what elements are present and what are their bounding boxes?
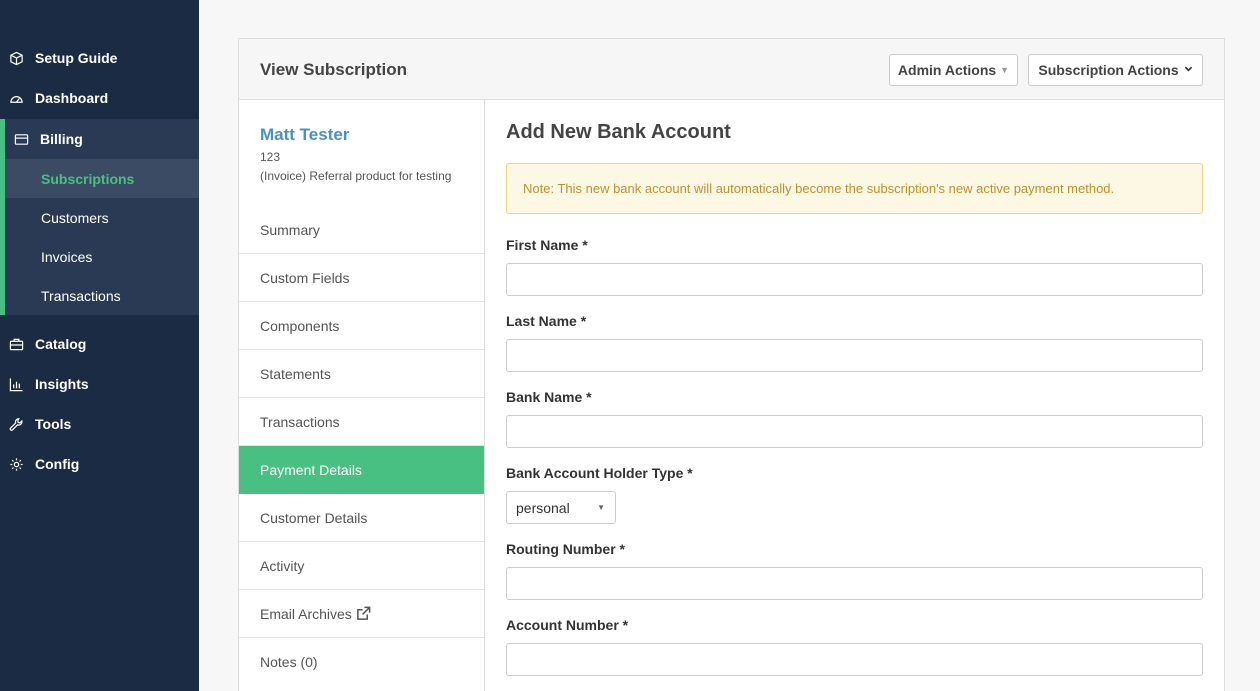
subscription-product: (Invoice) Referral product for testing bbox=[260, 169, 452, 183]
caret-down-icon: ▼ bbox=[597, 503, 605, 512]
nav-label: Transactions bbox=[260, 413, 340, 430]
gauge-icon bbox=[8, 90, 24, 106]
nav-label: Notes (0) bbox=[260, 654, 318, 670]
briefcase-icon bbox=[8, 336, 24, 352]
caret-down-icon: ▼ bbox=[1000, 65, 1010, 75]
nav-label: Statements bbox=[260, 365, 331, 382]
nav-label: Components bbox=[260, 317, 340, 334]
sidebar-item-label: Transactions bbox=[41, 287, 121, 304]
sidebar-item-label: Billing bbox=[40, 131, 83, 147]
sidebar-item-transactions[interactable]: Transactions bbox=[5, 276, 199, 315]
sidebar-item-label: Customers bbox=[41, 209, 109, 226]
sidebar-item-tools[interactable]: Tools bbox=[0, 404, 199, 444]
subscription-id: 123 bbox=[260, 150, 281, 164]
first-name-field[interactable] bbox=[506, 263, 1203, 296]
sidebar-item-setup-guide[interactable]: Setup Guide bbox=[0, 38, 199, 78]
sidebar-item-label: Invoices bbox=[41, 248, 93, 265]
info-note-text: Note: This new bank account will automat… bbox=[523, 181, 1115, 196]
admin-actions-label: Admin Actions bbox=[897, 62, 997, 78]
nav-components[interactable]: Components bbox=[239, 302, 484, 350]
external-link-icon bbox=[356, 606, 371, 621]
sidebar-item-subscriptions[interactable]: Subscriptions bbox=[5, 159, 199, 198]
subscription-actions-button[interactable]: Subscription Actions bbox=[1028, 54, 1203, 86]
wrench-icon bbox=[8, 416, 24, 432]
sidebar-item-config[interactable]: Config bbox=[0, 444, 199, 484]
nav-notes[interactable]: Notes (0) bbox=[239, 638, 484, 686]
sidebar-item-customers[interactable]: Customers bbox=[5, 198, 199, 237]
sidebar-item-label: Insights bbox=[35, 376, 89, 392]
nav-label: Payment Details bbox=[260, 462, 362, 478]
admin-actions-button[interactable]: Admin Actions ▼ bbox=[889, 54, 1018, 86]
bank-name-field[interactable] bbox=[506, 415, 1203, 448]
sidebar-item-label: Catalog bbox=[35, 336, 87, 352]
chevron-down-icon bbox=[1184, 64, 1193, 76]
subscription-nav: Matt Tester 123 (Invoice) Referral produ… bbox=[239, 100, 485, 691]
nav-transactions[interactable]: Transactions bbox=[239, 398, 484, 446]
nav-statements[interactable]: Statements bbox=[239, 350, 484, 398]
nav-label: Customer Details bbox=[260, 509, 368, 526]
gear-icon bbox=[8, 456, 24, 472]
sidebar-item-label: Config bbox=[35, 456, 80, 472]
card-header: View Subscription Admin Actions ▼ Subscr… bbox=[239, 39, 1224, 100]
holder-type-select[interactable]: personal ▼ bbox=[506, 491, 616, 524]
account-number-field[interactable] bbox=[506, 643, 1203, 676]
sidebar-item-dashboard[interactable]: Dashboard bbox=[0, 78, 199, 118]
customer-name-link[interactable]: Matt Tester bbox=[260, 125, 349, 145]
sidebar-item-billing[interactable]: Billing bbox=[0, 119, 199, 159]
sidebar: Setup Guide Dashboard Billing Subscripti… bbox=[0, 0, 199, 691]
last-name-field[interactable] bbox=[506, 339, 1203, 372]
nav-email-archives[interactable]: Email Archives bbox=[239, 590, 484, 638]
sidebar-item-label: Dashboard bbox=[35, 90, 109, 106]
routing-number-field[interactable] bbox=[506, 567, 1203, 600]
info-note: Note: This new bank account will automat… bbox=[506, 163, 1203, 214]
credit-card-icon bbox=[13, 131, 29, 147]
sidebar-item-insights[interactable]: Insights bbox=[0, 364, 199, 404]
nav-label: Activity bbox=[260, 557, 305, 574]
sidebar-item-catalog[interactable]: Catalog bbox=[0, 324, 199, 364]
bar-chart-icon bbox=[8, 376, 24, 392]
nav-summary[interactable]: Summary bbox=[239, 206, 484, 254]
sidebar-item-label: Setup Guide bbox=[35, 50, 118, 66]
nav-activity[interactable]: Activity bbox=[239, 542, 484, 590]
nav-label: Email Archives bbox=[260, 605, 352, 622]
nav-label: Summary bbox=[260, 221, 320, 238]
box-icon bbox=[8, 50, 24, 66]
page-title: View Subscription bbox=[260, 60, 408, 79]
nav-payment-details[interactable]: Payment Details bbox=[239, 446, 484, 494]
sidebar-item-invoices[interactable]: Invoices bbox=[5, 237, 199, 276]
holder-type-value: personal bbox=[516, 499, 570, 516]
nav-customer-details[interactable]: Customer Details bbox=[239, 494, 484, 542]
sidebar-item-label: Subscriptions bbox=[41, 170, 135, 187]
subscription-actions-label: Subscription Actions bbox=[1038, 62, 1179, 78]
nav-custom-fields[interactable]: Custom Fields bbox=[239, 254, 484, 302]
billing-group: Billing Subscriptions Customers Invoices… bbox=[0, 119, 199, 315]
nav-label: Custom Fields bbox=[260, 269, 350, 286]
sidebar-item-label: Tools bbox=[35, 416, 72, 432]
